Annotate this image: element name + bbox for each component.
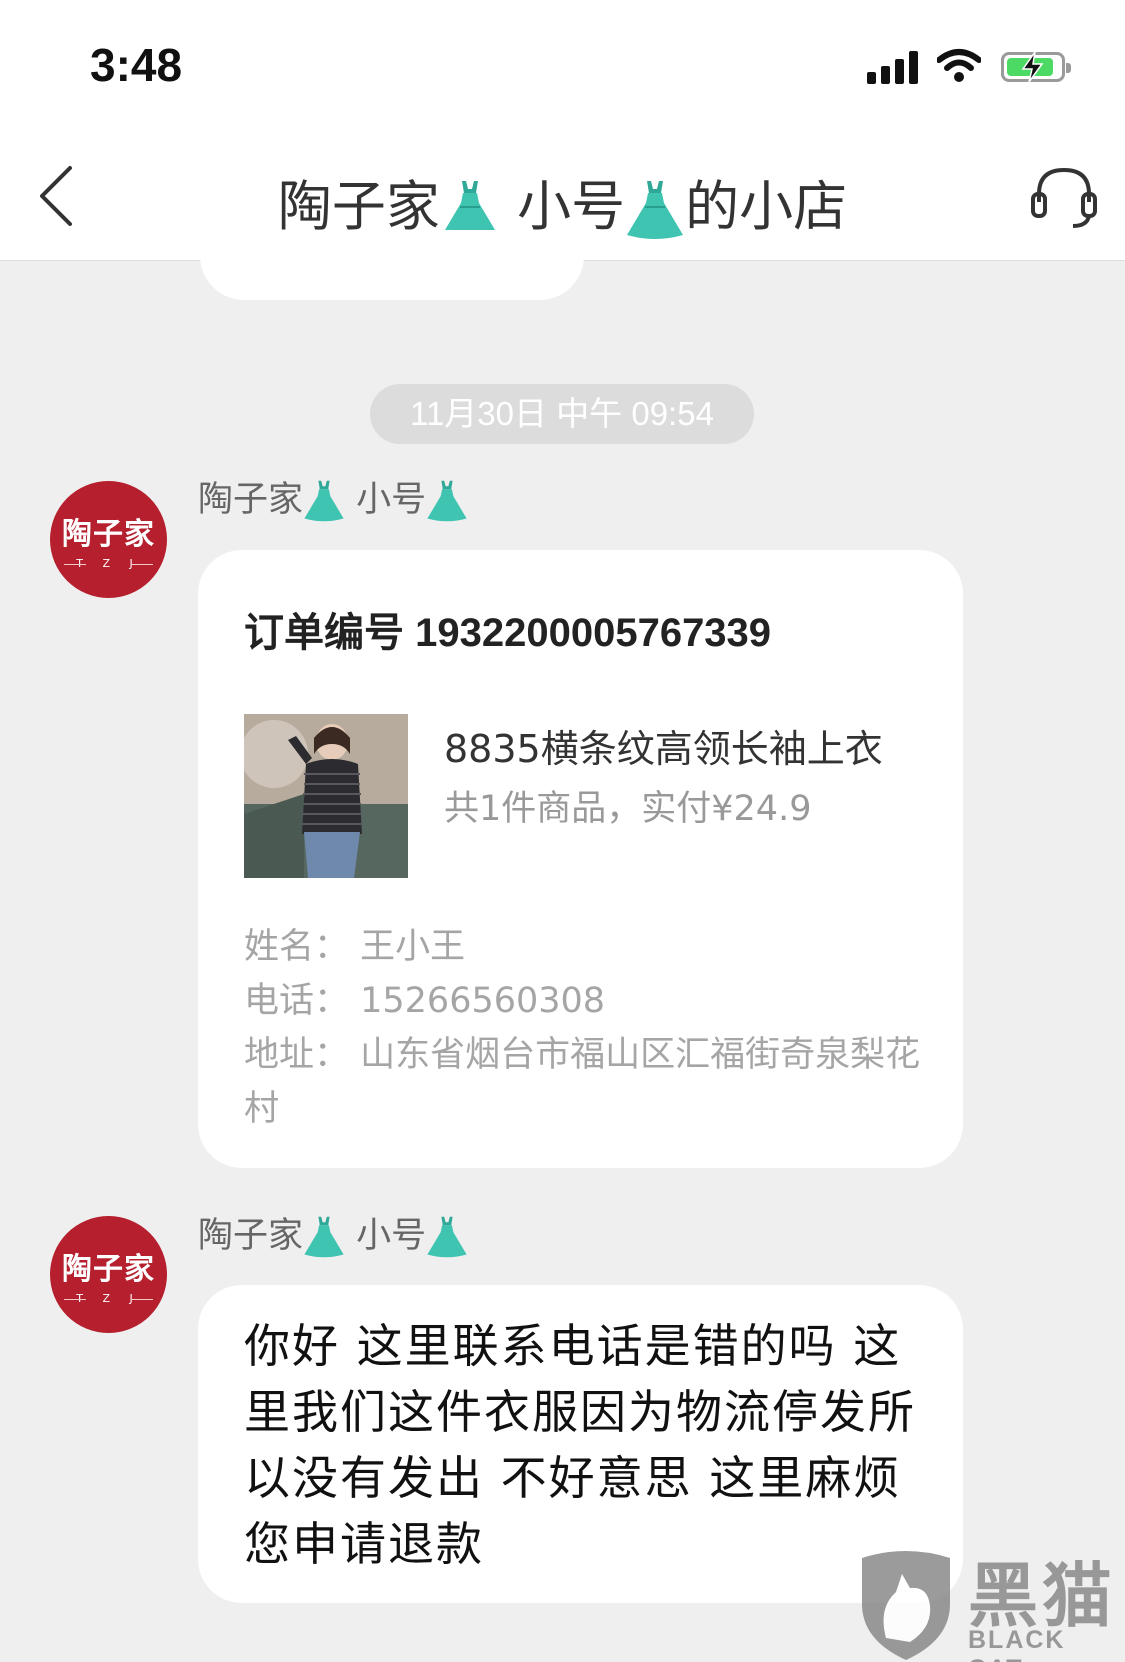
sender-name: 陶子家 小号	[198, 476, 468, 524]
product-thumbnail[interactable]	[244, 714, 408, 878]
headset-icon[interactable]	[1029, 164, 1099, 230]
product-photo	[244, 714, 408, 878]
wifi-icon	[937, 49, 981, 82]
sender-sub-account: 小号	[345, 480, 427, 520]
cat-shield-logo-icon	[862, 1551, 950, 1660]
title-sub-account: 小号	[499, 175, 626, 238]
dress-icon	[304, 1216, 344, 1258]
avatar-logo-sub: T Z J	[60, 557, 157, 570]
avatar-logo-text: 陶子家	[62, 1252, 155, 1287]
title-shop-name: 陶子家	[277, 175, 440, 238]
recipient-name: 姓名： 王小王	[244, 927, 466, 967]
dress-icon	[427, 1216, 467, 1258]
battery-charging-icon	[1001, 52, 1071, 82]
order-number: 订单编号 1932200005767339	[244, 611, 772, 655]
sender-sub-account: 小号	[345, 1216, 427, 1256]
order-card[interactable]: 订单编号 1932200005767339 8835横条纹高领长袖上衣 共1件商…	[198, 550, 963, 1168]
title-suffix: 的小店	[685, 175, 848, 238]
sender-name: 陶子家 小号	[198, 1212, 468, 1260]
status-bar: 3:48	[0, 0, 1125, 130]
product-summary: 共1件商品，实付¥24.9	[444, 789, 812, 829]
avatar-logo-text: 陶子家	[62, 517, 155, 552]
message-text: 你好 这里联系电话是错的吗 这里我们这件衣服因为物流停发所以没有发出 不好意思 …	[244, 1319, 916, 1571]
sender-shop-name: 陶子家	[198, 480, 304, 520]
dress-icon	[304, 480, 344, 522]
message-bubble[interactable]: 你好 这里联系电话是错的吗 这里我们这件衣服因为物流停发所以没有发出 不好意思 …	[198, 1285, 963, 1603]
dress-icon	[627, 181, 684, 240]
signal-icon	[867, 50, 919, 84]
black-cat-watermark: 黑猫 BLACK CAT	[850, 1540, 1125, 1662]
chat-timestamp: 11月30日 中午 09:54	[370, 384, 754, 444]
recipient-phone: 电话： 15266560308	[244, 981, 606, 1021]
status-time: 3:48	[90, 39, 183, 91]
product-title: 8835横条纹高领长袖上衣	[444, 727, 883, 771]
avatar[interactable]: 陶子家 T Z J	[50, 1216, 167, 1333]
recipient-address: 地址： 山东省烟台市福山区汇福街奇泉梨花村	[244, 1035, 921, 1129]
sender-shop-name: 陶子家	[198, 1216, 304, 1256]
avatar-logo-sub: T Z J	[60, 1292, 157, 1305]
watermark-subtitle: BLACK CAT	[968, 1626, 1066, 1662]
avatar[interactable]: 陶子家 T Z J	[50, 481, 167, 598]
dress-icon	[427, 480, 467, 522]
previous-message-bubble	[200, 230, 584, 300]
